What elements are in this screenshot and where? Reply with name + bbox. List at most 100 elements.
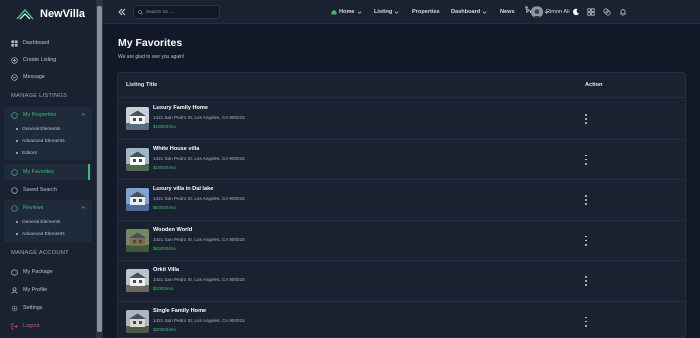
- section-title-listings: MANAGE LISTINGS: [11, 93, 68, 99]
- listing-title[interactable]: Single Family Home: [153, 308, 206, 314]
- notification-badge: [525, 6, 528, 9]
- sidebar-item-label: My Profile: [23, 287, 47, 293]
- gear-icon: [11, 305, 18, 312]
- sidebar-item-my-profile[interactable]: My Profile: [0, 282, 96, 298]
- listing-title[interactable]: Luxury Family Home: [153, 105, 208, 111]
- search-icon: [138, 9, 143, 15]
- listing-price: $18000/mo: [153, 164, 176, 170]
- sidebar-item-message[interactable]: Message: [0, 69, 96, 85]
- table-header: Listing Title Action: [118, 73, 685, 98]
- bell-icon[interactable]: [619, 8, 627, 16]
- page-subtitle: We are glad to see you again!: [118, 54, 185, 60]
- menu-news[interactable]: News: [500, 0, 515, 24]
- listing-price: $1000/mo: [153, 286, 174, 291]
- menu-label: Properties: [412, 9, 440, 15]
- user-menu[interactable]: Rimon Ali: [546, 0, 577, 24]
- listing-address: 1421 San Pedro St, Los Angeles, CA 90001…: [153, 317, 245, 323]
- collapse-sidebar-icon[interactable]: [118, 8, 126, 16]
- sub-item-advanced-elements[interactable]: Advanced Elements: [4, 135, 92, 147]
- search-box[interactable]: [133, 5, 220, 19]
- menu-listing[interactable]: Listing: [374, 0, 399, 24]
- sidebar-scrollbar-thumb[interactable]: [97, 6, 102, 332]
- table-row[interactable]: Luxury Family Home 1421 San Pedro St, Los…: [118, 99, 685, 140]
- page-title: My Favorites: [118, 37, 183, 49]
- sub-item-advanced-elements[interactable]: Advanced Elements: [4, 228, 92, 240]
- menu-properties[interactable]: Properties: [412, 0, 440, 24]
- chevron-down-icon: [394, 10, 399, 14]
- message-icon: [11, 73, 18, 81]
- user-name: Rimon Ali: [546, 9, 570, 15]
- sidebar: NewVilla Dashboard Create Listing Messag…: [0, 0, 96, 338]
- listing-thumbnail[interactable]: [126, 269, 149, 292]
- listing-title[interactable]: Wooden World: [153, 227, 192, 233]
- sidebar-item-settings[interactable]: Settings: [0, 300, 96, 316]
- chevron-up-icon: [81, 206, 86, 209]
- menu-label: Home: [339, 9, 355, 15]
- sidebar-item-label: Message: [23, 74, 45, 80]
- table-row[interactable]: Luxury villa in Dal lake 1421 San Pedro S…: [118, 180, 685, 221]
- sidebar-item-my-package[interactable]: My Package: [0, 264, 96, 280]
- sub-item-editors[interactable]: Editors: [4, 147, 92, 159]
- sidebar-item-label: Create Listing: [23, 57, 57, 63]
- logout-icon: [11, 323, 18, 330]
- avatar[interactable]: [531, 6, 543, 18]
- sub-item-label: Editors: [22, 150, 37, 156]
- group-reviews: Reviews General Elements Advanced Elemen…: [4, 200, 92, 242]
- sidebar-item-label: My Favorites: [23, 169, 54, 175]
- more-actions-icon[interactable]: [584, 195, 588, 205]
- menu-home[interactable]: Home: [331, 0, 362, 24]
- sidebar-item-reviews[interactable]: Reviews: [4, 200, 92, 216]
- listing-price: $63000/mo: [153, 205, 176, 210]
- more-actions-icon[interactable]: [584, 316, 588, 327]
- listing-thumbnail[interactable]: [126, 228, 149, 252]
- bullet-icon: [16, 128, 18, 130]
- listing-thumbnail[interactable]: [126, 147, 149, 171]
- bullet-icon: [16, 152, 18, 154]
- sidebar-item-saved-search[interactable]: Saved Search: [0, 182, 96, 198]
- table-row[interactable]: Wooden World 1421 San Pedro St, Los Angel…: [118, 221, 685, 261]
- menu-label: Dashboard: [451, 9, 481, 15]
- sidebar-item-label: My Properties: [23, 112, 57, 118]
- listing-thumbnail[interactable]: [126, 107, 149, 130]
- listing-price: $19000/mo: [153, 124, 176, 129]
- sidebar-item-label: Logout: [23, 323, 40, 329]
- sidebar-item-label: Saved Search: [23, 187, 57, 193]
- more-actions-icon[interactable]: [584, 276, 588, 286]
- menu-dashboard[interactable]: Dashboard: [451, 0, 487, 24]
- listing-price: $63000/mo: [153, 245, 176, 251]
- more-actions-icon[interactable]: [584, 114, 588, 124]
- sidebar-item-logout[interactable]: Logout: [0, 318, 96, 334]
- table-row[interactable]: White House villa 1421 San Pedro St, Los …: [118, 140, 685, 180]
- star-icon: [11, 204, 18, 212]
- apps-grid-icon[interactable]: [587, 8, 595, 16]
- column-header-listing-title: Listing Title: [126, 82, 158, 88]
- column-header-action: Action: [585, 82, 603, 88]
- table-row[interactable]: Orkit Villa 1421 San Pedro St, Los Angele…: [118, 261, 685, 302]
- translate-icon[interactable]: [603, 8, 611, 16]
- heart-icon: [11, 168, 18, 176]
- sidebar-item-dashboard[interactable]: Dashboard: [0, 35, 96, 51]
- sub-item-general-elements[interactable]: General Elements: [4, 123, 92, 135]
- more-actions-icon[interactable]: [584, 235, 588, 246]
- dashboard-icon: [11, 39, 18, 47]
- sub-item-general-elements[interactable]: General Elements: [4, 216, 92, 228]
- listing-title[interactable]: Luxury villa in Dal lake: [153, 186, 213, 192]
- listing-price: $20000/mo: [153, 326, 176, 332]
- chevron-up-icon: [81, 113, 86, 116]
- more-actions-icon[interactable]: [584, 154, 588, 165]
- search-input[interactable]: [146, 9, 216, 15]
- table-row[interactable]: Single Family Home 1421 San Pedro St, Los…: [118, 302, 685, 338]
- sub-item-label: Advanced Elements: [22, 231, 65, 237]
- listing-thumbnail[interactable]: [126, 309, 149, 333]
- sub-item-label: General Elements: [22, 219, 61, 225]
- sidebar-item-my-favorites[interactable]: My Favorites: [4, 164, 92, 180]
- sidebar-item-label: Reviews: [23, 205, 44, 211]
- listing-thumbnail[interactable]: [126, 188, 149, 211]
- topbar: Home Listing Properties Dashboard News P…: [103, 0, 700, 24]
- brand-logo[interactable]: NewVilla: [16, 6, 85, 22]
- listing-address: 1421 San Pedro St, Los Angeles, CA 90001…: [153, 196, 245, 201]
- sidebar-item-create-listing[interactable]: Create Listing: [0, 52, 96, 68]
- sidebar-item-my-properties[interactable]: My Properties: [4, 107, 92, 123]
- listing-title[interactable]: White House villa: [153, 146, 199, 152]
- listing-title[interactable]: Orkit Villa: [153, 267, 179, 273]
